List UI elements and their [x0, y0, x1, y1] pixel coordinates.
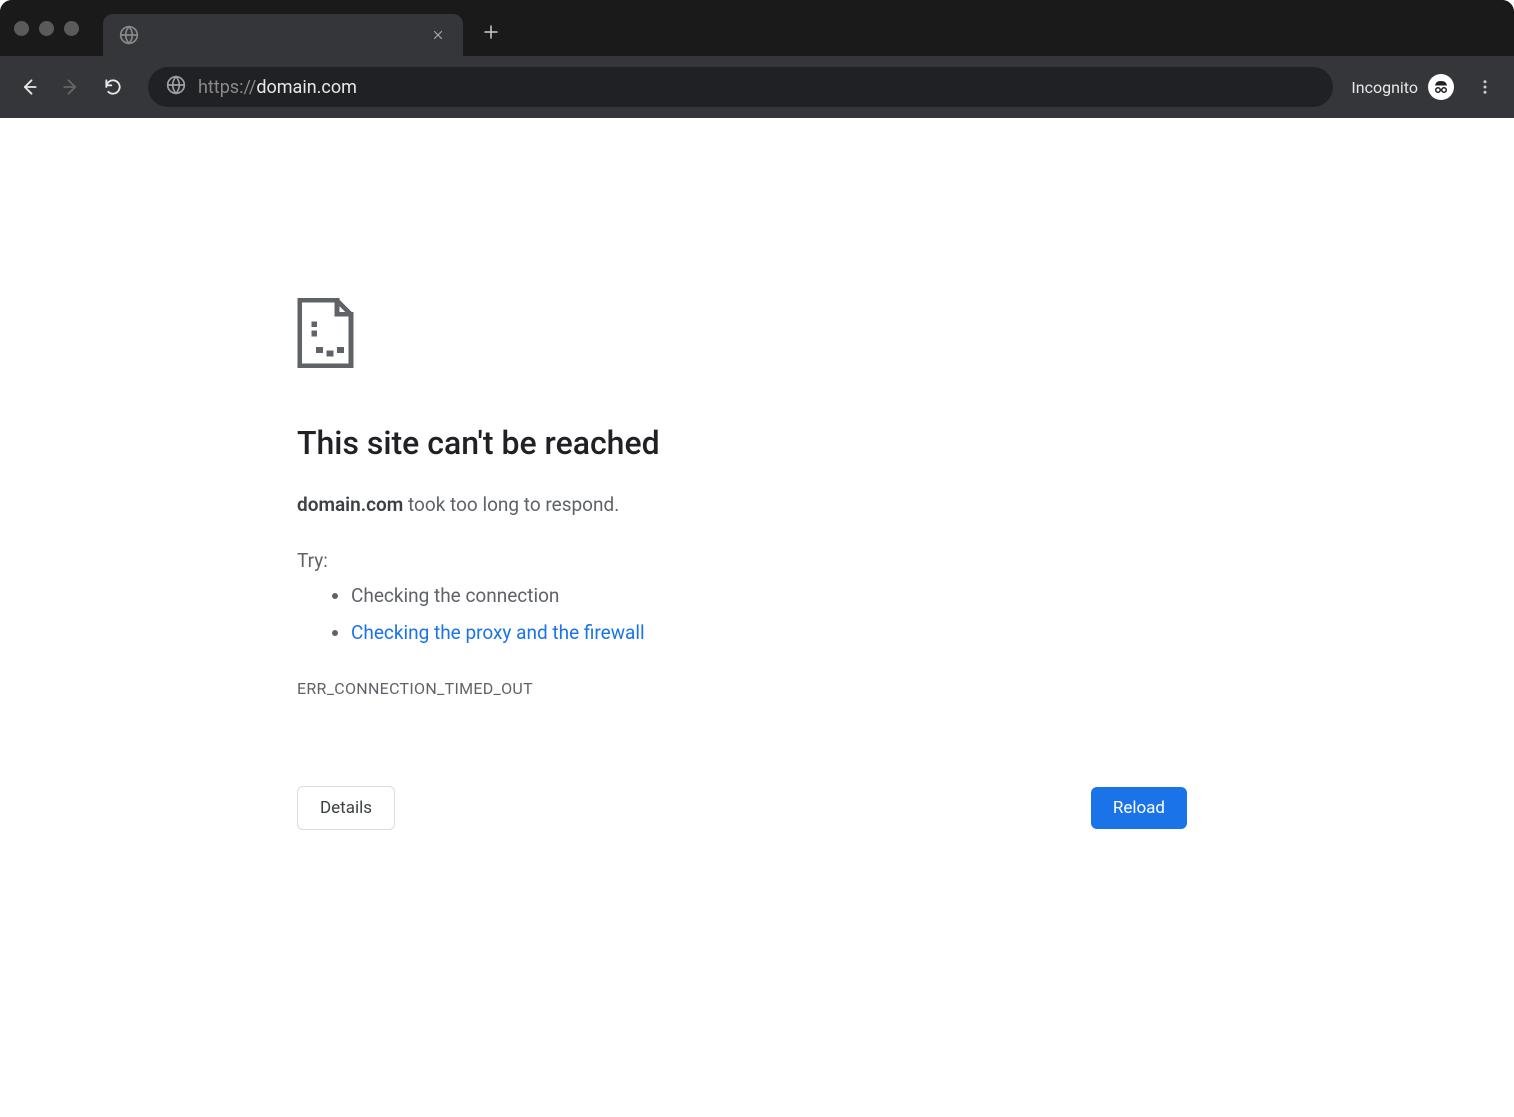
button-row: Details Reload [297, 786, 1217, 830]
url-scheme: https:// [198, 77, 256, 98]
try-label: Try: [297, 549, 1217, 572]
incognito-icon[interactable] [1428, 74, 1454, 100]
sad-page-icon [297, 298, 1217, 368]
proxy-firewall-link[interactable]: Checking the proxy and the firewall [351, 621, 645, 644]
incognito-label: Incognito [1351, 78, 1418, 97]
window-controls [14, 21, 79, 36]
error-message-suffix: took too long to respond. [403, 493, 619, 516]
window-close-button[interactable] [14, 21, 29, 36]
reload-button[interactable]: Reload [1091, 787, 1187, 829]
error-code: ERR_CONNECTION_TIMED_OUT [297, 679, 1217, 698]
window-maximize-button[interactable] [64, 21, 79, 36]
globe-icon [166, 75, 186, 99]
error-heading: This site can't be reached [297, 424, 1217, 462]
globe-icon [119, 25, 139, 45]
tab-bar [0, 0, 1514, 56]
error-description: domain.com took too long to respond. [297, 490, 1217, 519]
browser-chrome: https://domain.com Incognito [0, 0, 1514, 118]
close-tab-icon[interactable] [429, 26, 447, 44]
url-text: https://domain.com [198, 77, 357, 98]
page-content: This site can't be reached domain.com to… [0, 118, 1514, 830]
back-button[interactable] [12, 70, 46, 104]
error-host: domain.com [297, 493, 403, 516]
url-domain: domain.com [256, 77, 357, 98]
suggestion-item: Checking the connection [351, 578, 1217, 614]
browser-tab[interactable] [103, 14, 463, 56]
window-minimize-button[interactable] [39, 21, 54, 36]
incognito-badge: Incognito [1351, 74, 1454, 100]
error-container: This site can't be reached domain.com to… [297, 298, 1217, 830]
address-bar[interactable]: https://domain.com [148, 67, 1333, 107]
menu-button[interactable] [1468, 70, 1502, 104]
reload-nav-button[interactable] [96, 70, 130, 104]
details-button[interactable]: Details [297, 786, 395, 830]
forward-button[interactable] [54, 70, 88, 104]
suggestions-list: Checking the connection Checking the pro… [297, 578, 1217, 650]
suggestion-item: Checking the proxy and the firewall [351, 615, 1217, 651]
browser-toolbar: https://domain.com Incognito [0, 56, 1514, 118]
new-tab-button[interactable] [473, 14, 509, 50]
